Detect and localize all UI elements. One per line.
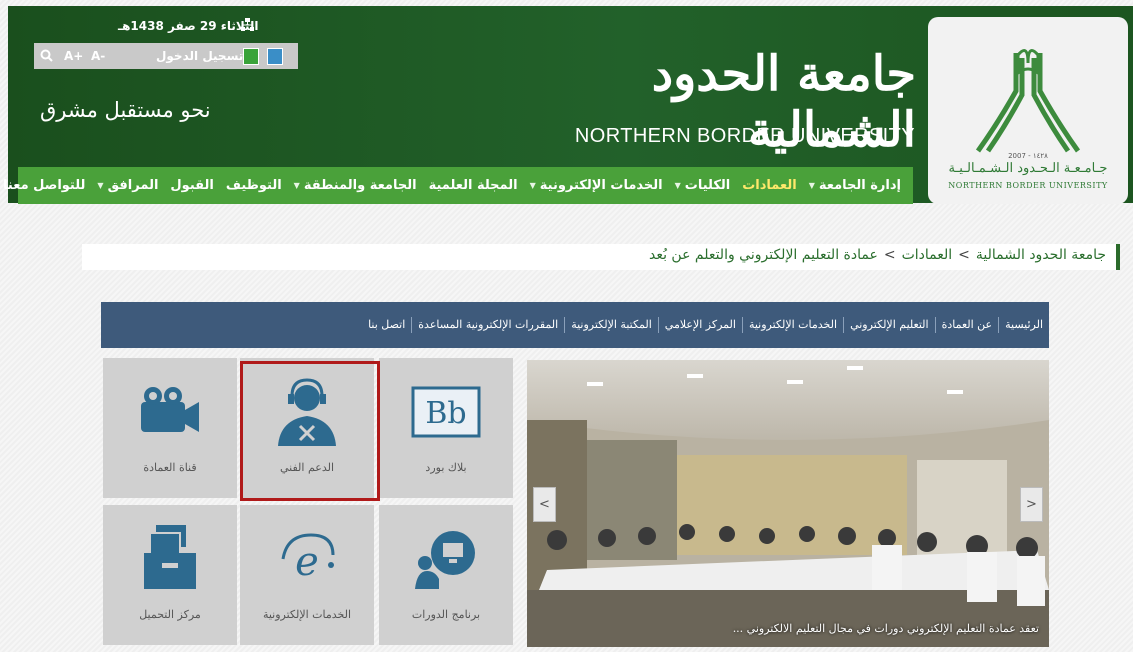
logo-year: 2007 - ١٤٢٨ <box>1008 152 1048 160</box>
tile-eservices-label: الخدمات الإلكترونية <box>262 608 352 621</box>
blackboard-icon: Bb <box>411 386 481 438</box>
nav-item[interactable]: المجلة العلمية <box>423 178 524 193</box>
tile-blackboard-label: بلاك بورد <box>425 461 467 474</box>
nav-item-label: التوظيف <box>225 178 282 193</box>
deanship-nav-item[interactable]: الخدمات الإلكترونية <box>741 317 843 333</box>
breadcrumb-separator: > <box>958 247 970 263</box>
main-nav: إدارة الجامعة ▼ العمادات الكليات ▼ الخدمات ال… <box>3 167 913 204</box>
nav-item-label: للتواصل معنا <box>3 178 86 193</box>
deanship-nav-item[interactable]: المركز الإعلامي <box>657 317 742 333</box>
breadcrumb-accent <box>1116 244 1120 270</box>
nav-item[interactable]: القبول <box>164 178 219 193</box>
chevron-down-icon: ▼ <box>293 181 300 190</box>
tile-blackboard[interactable]: Bb بلاك بورد <box>379 358 513 498</box>
tile-courses-label: برنامج الدورات <box>411 608 481 621</box>
logo-emblem-icon <box>975 49 1081 153</box>
tile-eservices[interactable]: e الخدمات الإلكترونية <box>240 505 374 645</box>
deanship-nav-item[interactable]: عن العمادة <box>934 317 999 333</box>
eservices-icon: e <box>281 533 335 585</box>
university-name-english: NORTHERN BORDER UNIVERSITY <box>574 125 915 147</box>
site-header: الثلاثاء 29 صفر 1438هـ A+ A- تسجيل الدخو… <box>3 6 1133 204</box>
breadcrumb-trail: جامعة الحدود الشمالية > العمادات > عمادة الت… <box>649 247 1106 263</box>
nav-item-label: العمادات <box>742 178 797 193</box>
slider-prev-button[interactable]: < <box>533 487 556 522</box>
chevron-down-icon: ▼ <box>529 181 536 190</box>
highlight-box <box>240 361 380 501</box>
nav-item-label: الجامعة والمنطقة <box>303 178 417 193</box>
file-cabinet-icon <box>144 525 196 589</box>
theme-blue-button[interactable] <box>267 48 283 65</box>
current-date: الثلاثاء 29 صفر 1438هـ <box>118 19 259 33</box>
deanship-nav-item[interactable]: المكتبة الإلكترونية <box>564 317 658 333</box>
svg-text:e: e <box>295 539 319 585</box>
nav-item[interactable]: الجامعة والمنطقة ▼ <box>288 178 423 193</box>
slider-next-button[interactable]: > <box>1020 487 1043 522</box>
slider-photo <box>527 360 1049 647</box>
deanship-nav-item[interactable]: المقررات الإلكترونية المساعدة <box>411 317 564 333</box>
deanship-nav-item[interactable]: اتصل بنا <box>362 317 411 333</box>
deanship-nav-items: الرئيسية عن العمادة التعليم الإلكتروني الخد… <box>362 302 1049 348</box>
nav-item[interactable]: الكليات ▼ <box>669 178 737 193</box>
theme-green-button[interactable] <box>243 48 259 65</box>
main-nav-items: إدارة الجامعة ▼ العمادات الكليات ▼ الخدمات ال… <box>0 167 907 204</box>
font-increase-button[interactable]: A+ <box>64 43 83 69</box>
slider-caption[interactable]: تعقد عمادة التعليم الإلكتروني دورات في م… <box>733 622 1039 635</box>
tile-download-center[interactable]: مركز التحميل <box>103 505 237 645</box>
nav-item[interactable]: المرافق ▼ <box>91 178 164 193</box>
chevron-down-icon: ▼ <box>674 181 681 190</box>
nav-item-label: إدارة الجامعة <box>818 178 901 193</box>
nav-item[interactable]: العمادات <box>736 178 802 193</box>
nav-item-label: المجلة العلمية <box>428 178 518 193</box>
video-camera-icon <box>141 387 199 432</box>
breadcrumb: جامعة الحدود الشمالية > العمادات > عمادة الت… <box>82 244 1120 270</box>
chevron-down-icon: ▼ <box>808 181 815 190</box>
nav-item-label: القبول <box>170 178 214 193</box>
breadcrumb-home-link[interactable]: جامعة الحدود الشمالية <box>976 247 1106 263</box>
tile-download-label: مركز التحميل <box>139 608 201 621</box>
nav-item-label: الكليات <box>684 178 731 193</box>
tile-courses-program[interactable]: برنامج الدورات <box>379 505 513 645</box>
logo-text-english: NORTHERN BORDER UNIVERSITY <box>948 181 1108 190</box>
deanship-nav: الرئيسية عن العمادة التعليم الإلكتروني الخد… <box>101 302 1049 348</box>
header-toolbar: A+ A- تسجيل الدخول <box>34 43 298 69</box>
university-logo[interactable]: 2007 - ١٤٢٨ جـامـعـة الـحـدود الـشـمـالـ… <box>928 17 1128 204</box>
svg-text:Bb: Bb <box>425 396 466 431</box>
nav-item[interactable]: التوظيف <box>220 178 288 193</box>
deanship-nav-item[interactable]: الرئيسية <box>998 317 1049 333</box>
font-decrease-button[interactable]: A- <box>91 43 105 69</box>
search-icon[interactable] <box>40 43 53 69</box>
news-slider[interactable]: < > تعقد عمادة التعليم الإلكتروني دورات … <box>527 360 1049 647</box>
chevron-down-icon: ▼ <box>97 181 104 190</box>
breadcrumb-current: عمادة التعليم الإلكتروني والتعلم عن بُعد <box>648 247 878 263</box>
training-courses-icon <box>415 531 475 589</box>
breadcrumb-separator: > <box>883 247 896 263</box>
logo-text-arabic: جـامـعـة الـحـدود الـشـمـالـيـة <box>948 161 1108 176</box>
tile-deanship-channel[interactable]: قناة العمادة <box>103 358 237 498</box>
login-link[interactable]: تسجيل الدخول <box>156 43 243 69</box>
nav-item-label: المرافق <box>107 178 159 193</box>
nav-item[interactable]: للتواصل معنا <box>0 178 91 193</box>
breadcrumb-section-link[interactable]: العمادات <box>902 247 953 263</box>
deanship-nav-item[interactable]: التعليم الإلكتروني <box>843 317 935 333</box>
tile-channel-label: قناة العمادة <box>143 461 197 474</box>
tagline: نحو مستقبل مشرق <box>40 98 211 122</box>
nav-item[interactable]: إدارة الجامعة ▼ <box>803 178 907 193</box>
nav-item-label: الخدمات الإلكترونية <box>539 178 663 193</box>
sitemap-icon[interactable] <box>240 17 255 32</box>
nav-item[interactable]: الخدمات الإلكترونية ▼ <box>524 178 669 193</box>
